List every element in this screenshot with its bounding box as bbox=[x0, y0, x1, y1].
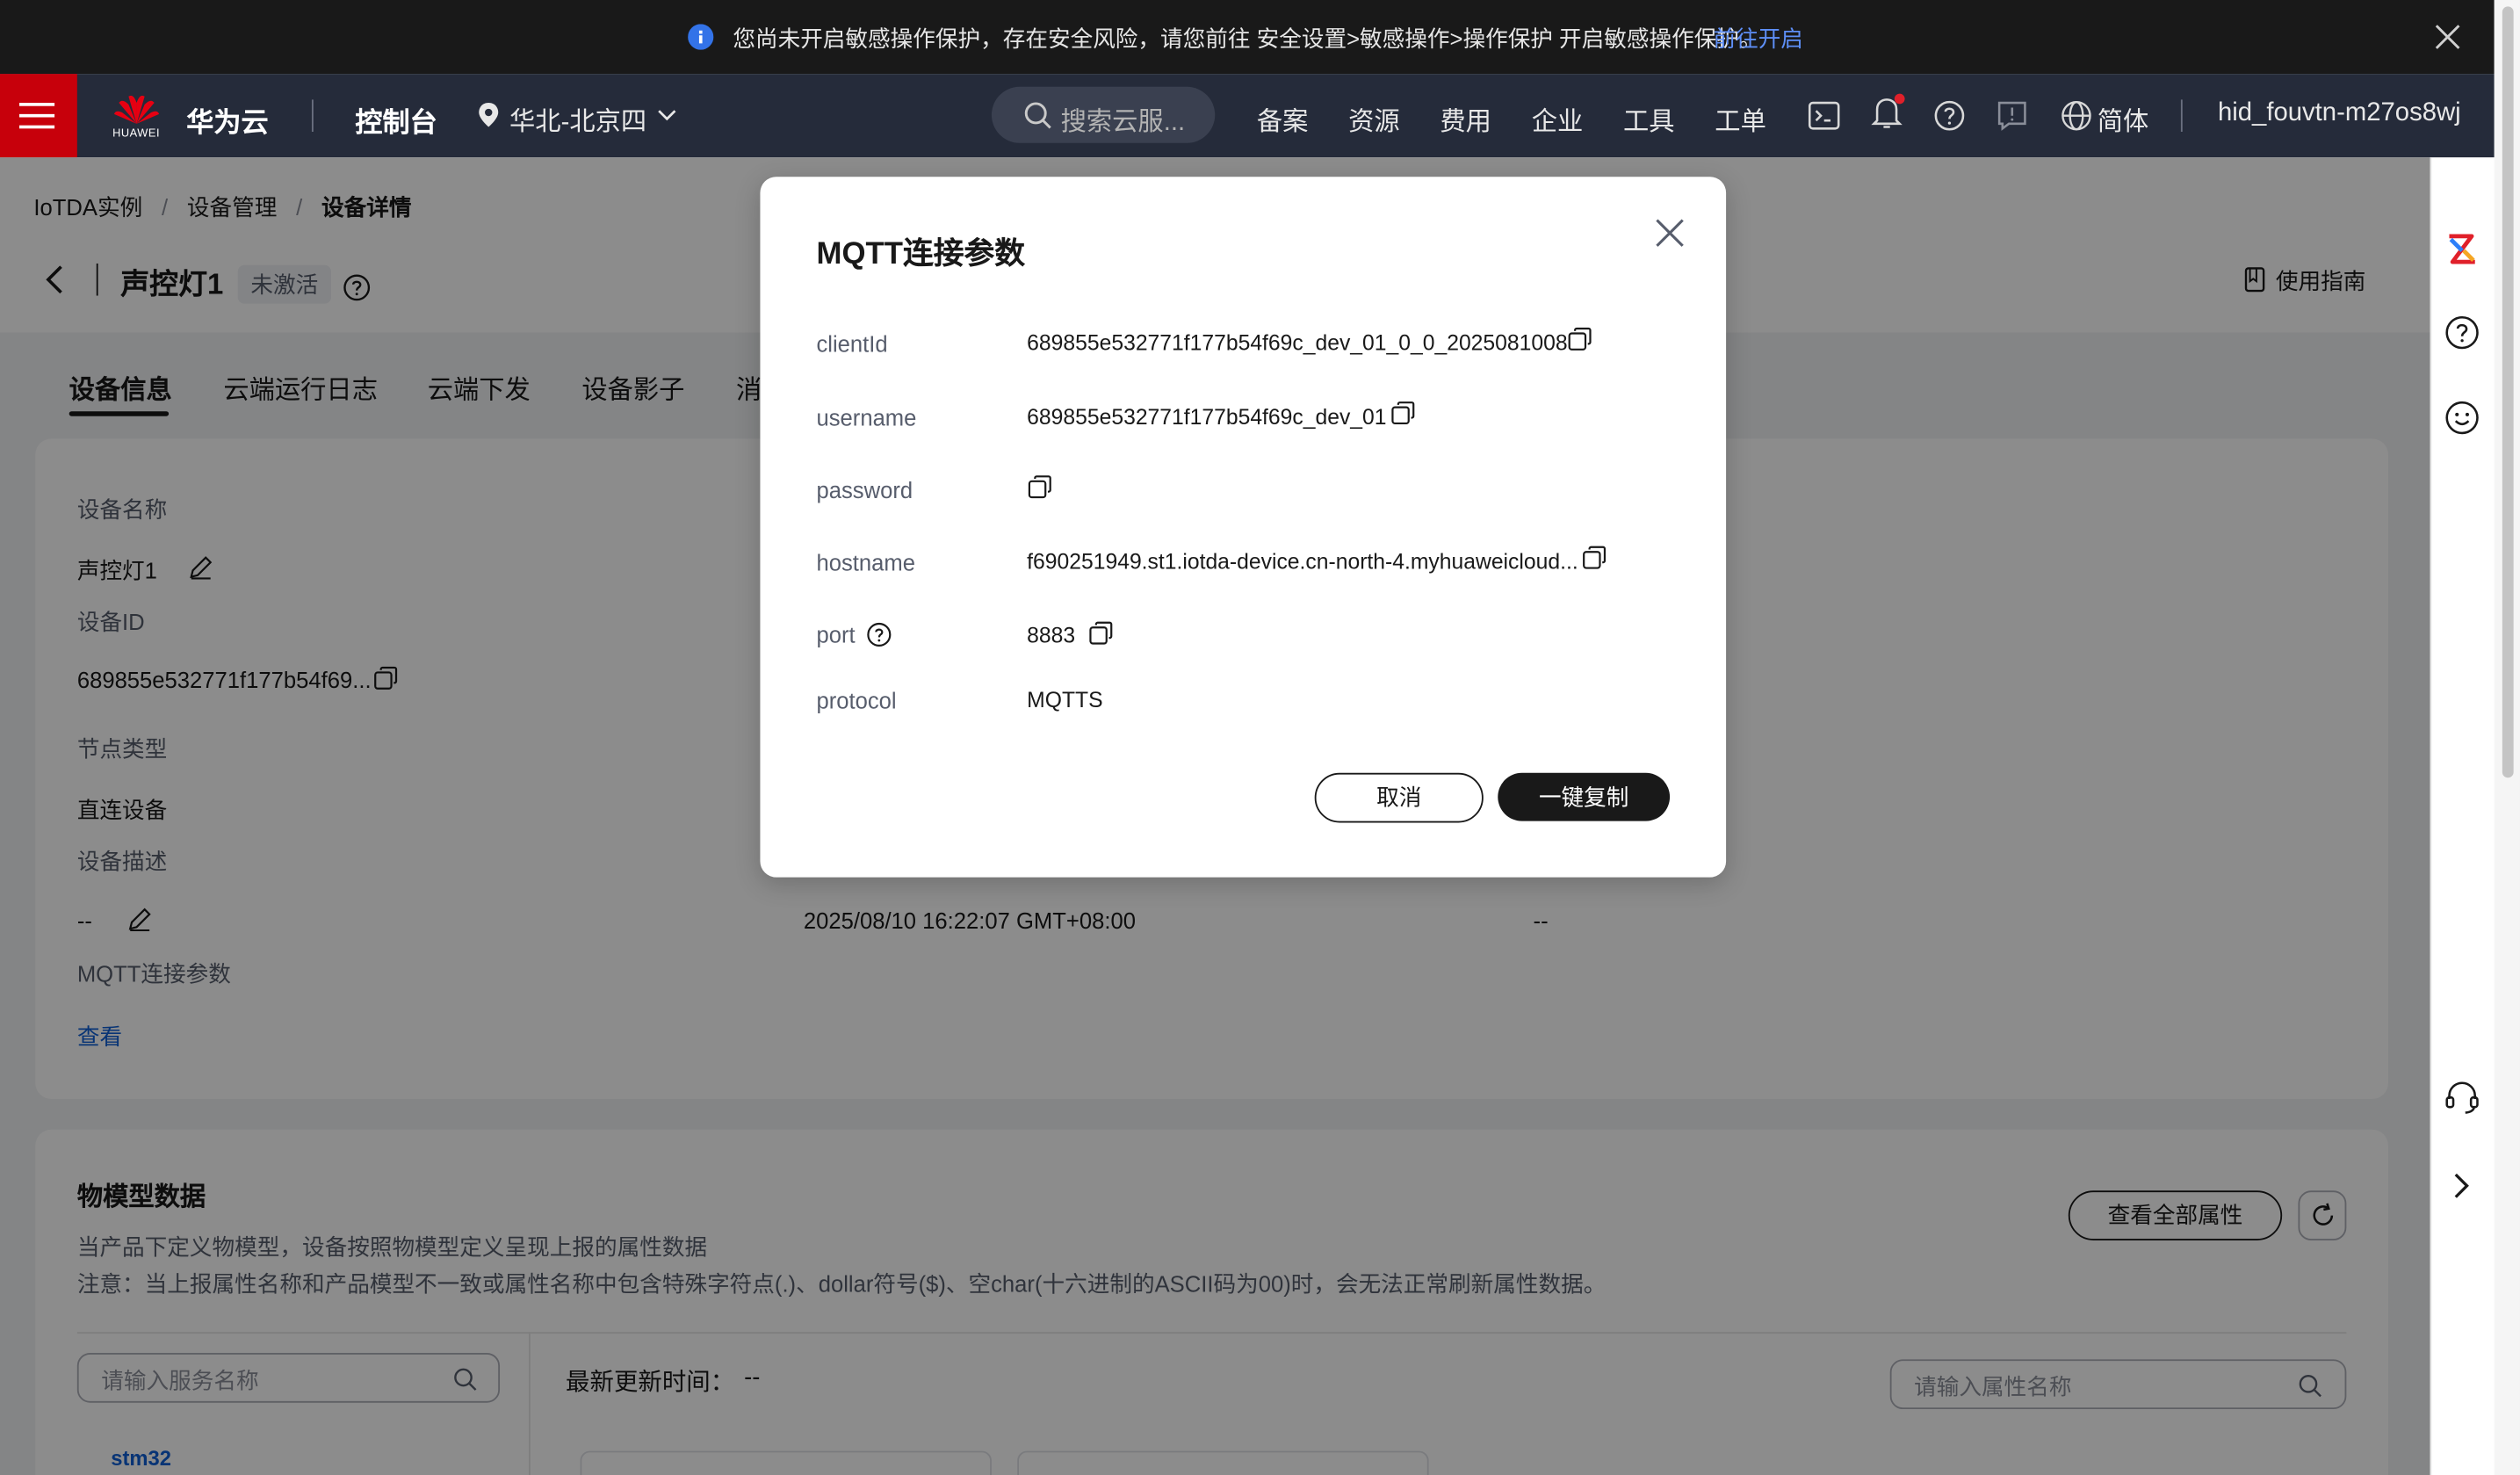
copy-all-button[interactable]: 一键复制 bbox=[1498, 772, 1671, 821]
hostname-label: hostname bbox=[816, 549, 915, 575]
close-icon[interactable] bbox=[2433, 23, 2462, 52]
security-banner: 您尚未开启敏感操作保护，存在安全风险，请您前往 安全设置>敏感操作>操作保护 开… bbox=[0, 0, 2495, 75]
brand-name[interactable]: 华为云 bbox=[186, 99, 268, 140]
cancel-button[interactable]: 取消 bbox=[1314, 772, 1484, 823]
copy-icon[interactable] bbox=[1088, 620, 1114, 646]
language-selector[interactable]: 简体 bbox=[2061, 98, 2157, 136]
nav-link-tickets[interactable]: 工单 bbox=[1715, 99, 1766, 138]
scrollbar-thumb[interactable] bbox=[2502, 6, 2514, 778]
huawei-logo-icon bbox=[113, 95, 160, 124]
menu-button[interactable] bbox=[0, 74, 77, 158]
banner-link[interactable]: 前往开启 bbox=[1713, 23, 1802, 55]
region-selector[interactable]: 华北-北京四 bbox=[477, 97, 686, 136]
help-icon[interactable] bbox=[866, 622, 892, 647]
protocol-label: protocol bbox=[816, 687, 897, 714]
nav-link-billing[interactable]: 费用 bbox=[1440, 99, 1491, 138]
clientid-value: 689855e532771f177b54f69c_dev_01_0_0_2025… bbox=[1027, 330, 1568, 356]
huawei-logo[interactable]: HUAWEI bbox=[112, 90, 164, 148]
password-label: password bbox=[816, 477, 913, 503]
rail-overlay-gap bbox=[2430, 157, 2495, 1475]
search-icon bbox=[1024, 102, 1051, 129]
nav-link-tools[interactable]: 工具 bbox=[1623, 99, 1675, 138]
user-menu[interactable]: hid_fouvtn-m27os8wj bbox=[2218, 99, 2461, 128]
port-value: 8883 bbox=[1027, 623, 1076, 648]
help-icon[interactable] bbox=[1933, 99, 1966, 132]
clientid-label: clientId bbox=[816, 330, 888, 358]
feedback-icon[interactable] bbox=[1996, 99, 2028, 132]
username-value: 689855e532771f177b54f69c_dev_01 bbox=[1027, 404, 1387, 430]
banner-message: 您尚未开启敏感操作保护，存在安全风险，请您前往 安全设置>敏感操作>操作保护 开… bbox=[733, 25, 1762, 52]
search-box[interactable]: 搜索云服... bbox=[991, 86, 1216, 143]
bell-icon[interactable] bbox=[1871, 93, 1906, 132]
divider bbox=[311, 99, 314, 132]
copy-icon[interactable] bbox=[1581, 545, 1607, 570]
info-icon bbox=[688, 24, 714, 50]
copy-icon[interactable] bbox=[1027, 474, 1052, 500]
mqtt-params-dialog: MQTT连接参数 clientId 689855e532771f177b54f6… bbox=[760, 177, 1727, 878]
top-nav: HUAWEI 华为云 控制台 华北-北京四 搜索云服... 备案 资源 费用 企… bbox=[0, 74, 2495, 158]
terminal-icon[interactable] bbox=[1808, 99, 1840, 132]
port-label: port bbox=[816, 621, 856, 648]
copy-icon[interactable] bbox=[1567, 326, 1592, 351]
hamburger-icon bbox=[18, 103, 55, 129]
username-label: username bbox=[816, 404, 917, 431]
protocol-value: MQTTS bbox=[1027, 687, 1103, 712]
location-pin-icon bbox=[479, 103, 499, 127]
chevron-down-icon bbox=[658, 110, 676, 121]
hostname-value: f690251949.st1.iotda-device.cn-north-4.m… bbox=[1027, 549, 1578, 574]
console-link[interactable]: 控制台 bbox=[355, 99, 437, 140]
copy-icon[interactable] bbox=[1390, 400, 1416, 425]
divider bbox=[2180, 99, 2183, 132]
search-placeholder: 搜索云服... bbox=[1060, 109, 1186, 137]
close-icon[interactable] bbox=[1654, 217, 1686, 249]
nav-link-resources[interactable]: 资源 bbox=[1348, 99, 1400, 138]
globe-icon bbox=[2061, 100, 2091, 131]
dialog-title: MQTT连接参数 bbox=[816, 237, 1026, 272]
nav-link-beian[interactable]: 备案 bbox=[1257, 99, 1309, 138]
nav-link-enterprise[interactable]: 企业 bbox=[1532, 99, 1584, 138]
